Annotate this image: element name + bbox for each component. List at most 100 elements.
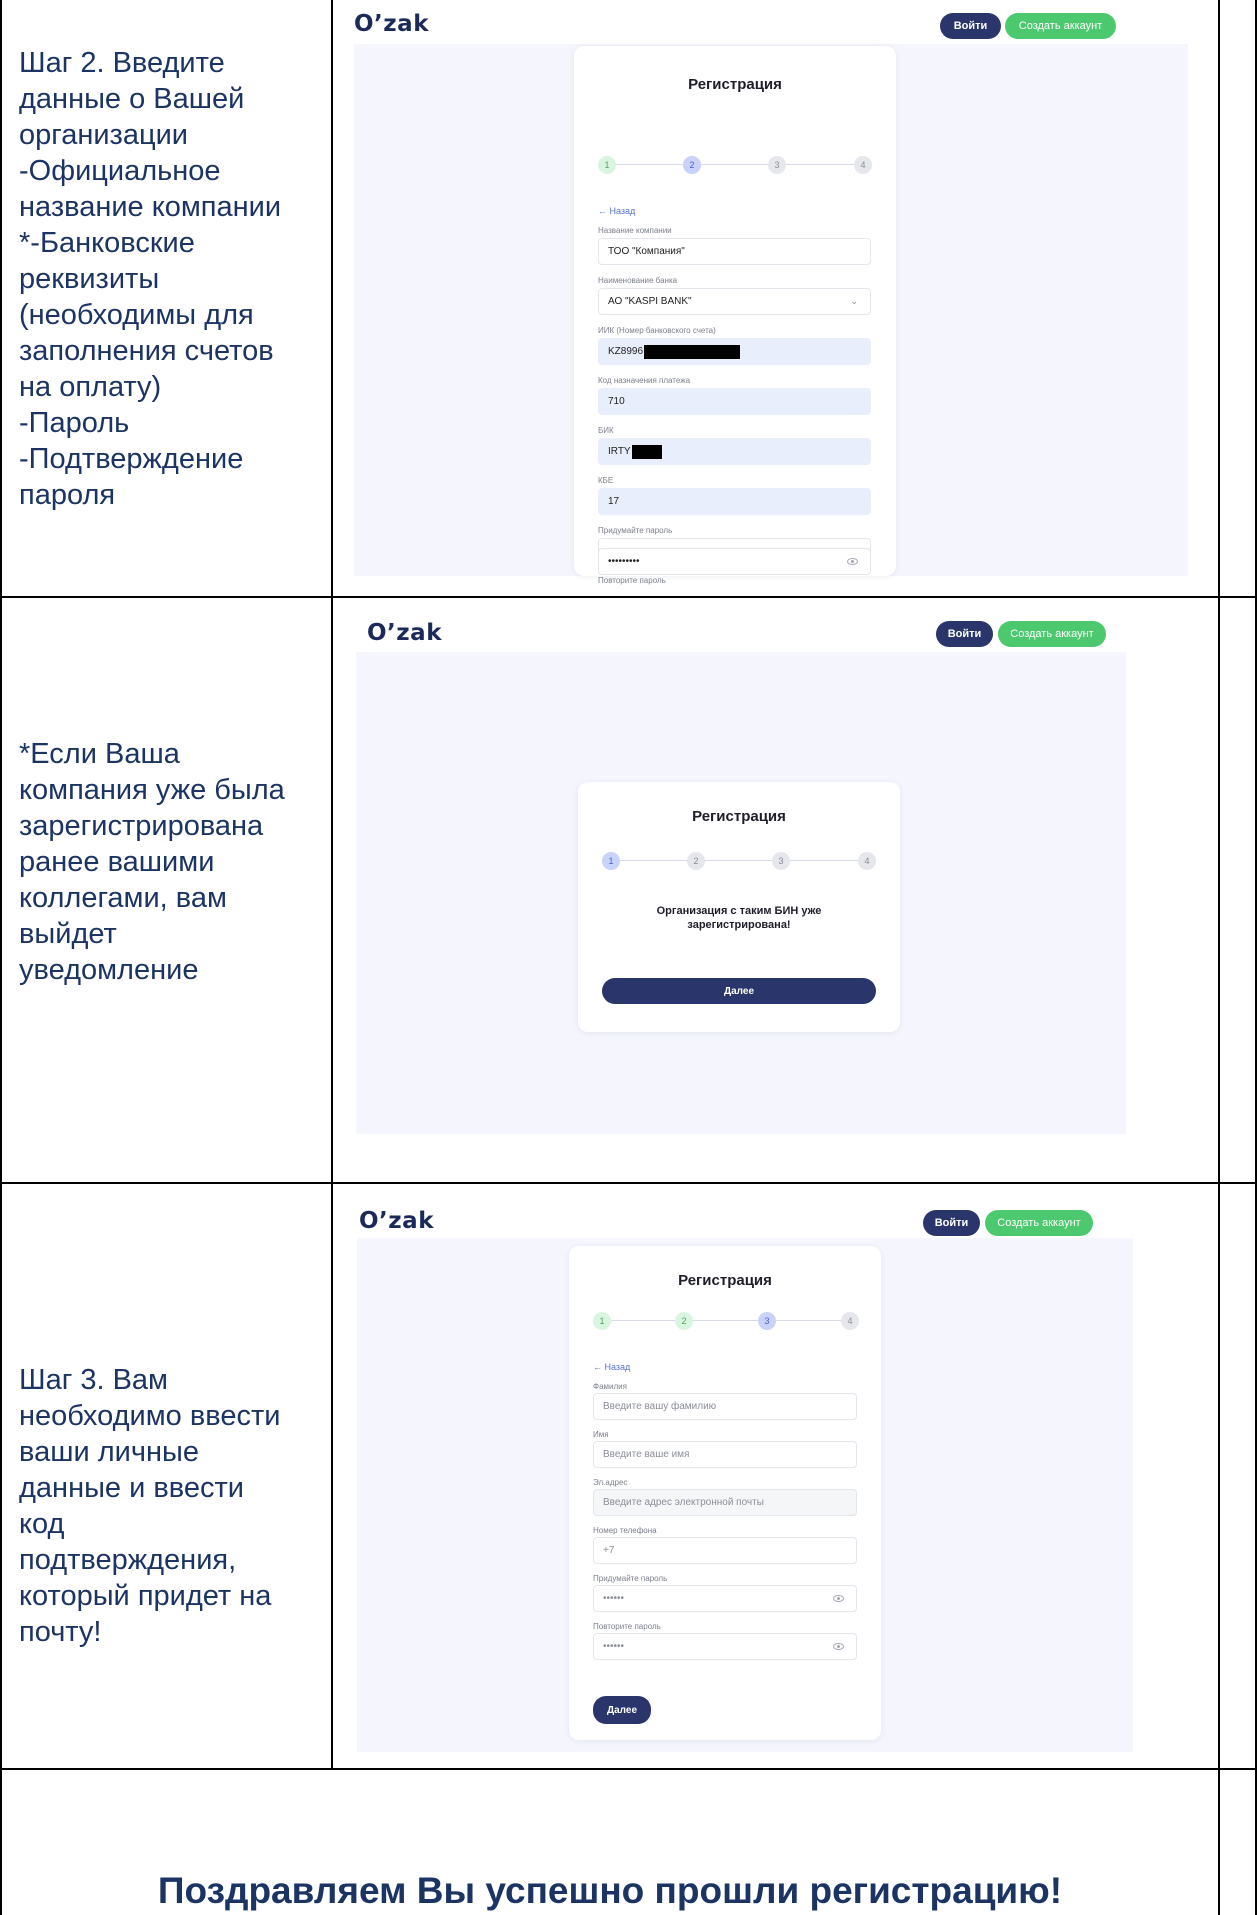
email-field[interactable]: Введите адрес электронной почты xyxy=(593,1489,857,1516)
screenshot-step3: O’zak Войти Создать аккаунт Регистрация … xyxy=(357,1204,1133,1752)
next-button[interactable]: Далее xyxy=(593,1696,651,1724)
first-name-input[interactable]: Введите ваше имя xyxy=(593,1441,857,1468)
step-3: 3 xyxy=(772,852,790,870)
company-name-input[interactable]: ТОО "Компания" xyxy=(598,238,871,265)
screenshot-duplicate-company: O’zak Войти Создать аккаунт Регистрация … xyxy=(356,614,1126,1134)
back-link[interactable]: ← Назад xyxy=(593,1362,630,1372)
stepper: 1 2 3 4 xyxy=(602,852,876,870)
field-label: Придумайте пароль xyxy=(593,1574,668,1583)
field-label: БИК xyxy=(598,426,614,435)
step-3: 3 xyxy=(758,1312,776,1330)
instruction-line: почту! xyxy=(19,1616,102,1648)
page-background: Регистрация 1 2 3 4 Организация с таким … xyxy=(356,652,1126,1134)
instruction-line: зарегистрирована xyxy=(19,810,264,842)
instruction-line: -Подтверждение xyxy=(19,443,244,475)
field-label: Код назначения платежа xyxy=(598,376,691,385)
row-divider-2 xyxy=(0,1182,1257,1184)
error-notice: Организация с таким БИН уже зарегистриро… xyxy=(578,904,900,932)
instruction-line: выйдет xyxy=(19,918,117,950)
iik-input[interactable]: KZ8996 xyxy=(598,338,871,365)
step-2: 2 xyxy=(683,156,701,174)
notice-line: Организация с таким БИН уже xyxy=(656,905,822,917)
instruction-line: подтверждения, xyxy=(19,1544,237,1576)
instruction-line: *-Банковские xyxy=(19,227,195,259)
notice-line: зарегистрирована! xyxy=(687,919,791,931)
instruction-line: *Если Ваша xyxy=(19,738,180,770)
field-value: 710 xyxy=(608,396,625,407)
last-name-input[interactable]: Введите вашу фамилию xyxy=(593,1393,857,1420)
row-divider-1 xyxy=(0,596,1257,598)
instruction-line: пароля xyxy=(19,479,116,511)
field-label: Имя xyxy=(593,1430,609,1439)
instruction-line: необходимо ввести xyxy=(19,1400,281,1432)
step-1: 1 xyxy=(602,852,620,870)
field-value: KZ8996 xyxy=(608,346,644,357)
eye-icon[interactable] xyxy=(833,1643,844,1650)
instruction-line: Шаг 2. Введите xyxy=(19,47,225,79)
page-background: Регистрация 1 2 3 4 ← Назад Фамилия Введ… xyxy=(357,1238,1133,1752)
instruction-line: (необходимы для xyxy=(19,299,254,331)
instruction-line: код xyxy=(19,1508,65,1540)
instruction-line: заполнения счетов xyxy=(19,335,274,367)
table-border-left xyxy=(0,0,2,1915)
step-1: 1 xyxy=(593,1312,611,1330)
instruction-line: компания уже была xyxy=(19,774,285,806)
password-input[interactable]: •••••• xyxy=(593,1585,857,1612)
eye-icon[interactable] xyxy=(833,1595,844,1602)
row1-instruction: Шаг 2. Введите данные о Вашей организаци… xyxy=(19,45,281,513)
create-account-button[interactable]: Создать аккаунт xyxy=(1005,13,1116,39)
login-button[interactable]: Войти xyxy=(940,13,1001,39)
field-value: IRTY xyxy=(608,446,631,457)
registration-card: Регистрация 1 2 3 4 Организация с таким … xyxy=(578,782,900,1032)
card-title: Регистрация xyxy=(688,76,782,93)
app-logo: O’zak xyxy=(367,620,442,646)
login-button[interactable]: Войти xyxy=(936,621,993,647)
create-account-button[interactable]: Создать аккаунт xyxy=(985,1210,1093,1236)
registration-card: Регистрация 1 2 3 4 ← Назад Фамилия Введ… xyxy=(569,1246,881,1740)
create-account-button[interactable]: Создать аккаунт xyxy=(998,621,1106,647)
card-title: Регистрация xyxy=(678,1272,772,1289)
password-confirm-input[interactable]: •••••• xyxy=(593,1633,857,1660)
instruction-line: реквизиты xyxy=(19,263,160,295)
registration-card: Регистрация 1 2 3 4 ← Назад Название ком… xyxy=(574,46,896,585)
payment-code-input[interactable]: 710 xyxy=(598,388,871,415)
instruction-line: на оплату) xyxy=(19,371,162,403)
field-placeholder: +7 xyxy=(603,1545,615,1556)
field-label: Номер телефона xyxy=(593,1526,657,1535)
stepper: 1 2 3 4 xyxy=(598,156,872,174)
stepper-line xyxy=(616,164,854,165)
row-divider-3 xyxy=(0,1768,1257,1770)
step-2: 2 xyxy=(675,1312,693,1330)
field-placeholder: •••••• xyxy=(603,1641,625,1652)
login-button[interactable]: Войти xyxy=(923,1210,980,1236)
field-value: ••••••••• xyxy=(608,556,640,567)
field-label: Повторите пароль xyxy=(593,1622,661,1631)
instruction-line: ваши личные xyxy=(19,1436,199,1468)
instruction-line: который придет на xyxy=(19,1580,272,1612)
instruction-line: Шаг 3. Вам xyxy=(19,1364,168,1396)
back-link[interactable]: ← Назад xyxy=(598,206,635,216)
instruction-line: название компании xyxy=(19,191,282,223)
phone-input[interactable]: +7 xyxy=(593,1537,857,1564)
instruction-line: коллегами, вам xyxy=(19,882,227,914)
bik-input[interactable]: IRTY xyxy=(598,438,871,465)
field-label: Фамилия xyxy=(593,1382,627,1391)
password-confirm-input[interactable]: ••••••••• xyxy=(598,548,871,575)
instruction-line: ранее вашими xyxy=(19,846,215,878)
step-1: 1 xyxy=(598,156,616,174)
bank-select[interactable]: АО "KASPI BANK" ⌄ xyxy=(598,288,871,315)
field-placeholder: •••••• xyxy=(603,1593,625,1604)
field-placeholder: Введите вашу фамилию xyxy=(603,1401,717,1412)
instruction-line: данные и ввести xyxy=(19,1472,244,1504)
step-4: 4 xyxy=(841,1312,859,1330)
stepper: 1 2 3 4 xyxy=(593,1312,859,1330)
kbe-input[interactable]: 17 xyxy=(598,488,871,515)
app-logo: O’zak xyxy=(359,1208,434,1234)
field-label: КБЕ xyxy=(598,476,614,485)
instruction-line: -Пароль xyxy=(19,407,130,439)
redaction-block xyxy=(631,444,662,459)
instruction-line: -Официальное xyxy=(19,155,221,187)
next-button[interactable]: Далее xyxy=(602,978,876,1004)
step-4: 4 xyxy=(854,156,872,174)
eye-icon[interactable] xyxy=(847,558,858,565)
